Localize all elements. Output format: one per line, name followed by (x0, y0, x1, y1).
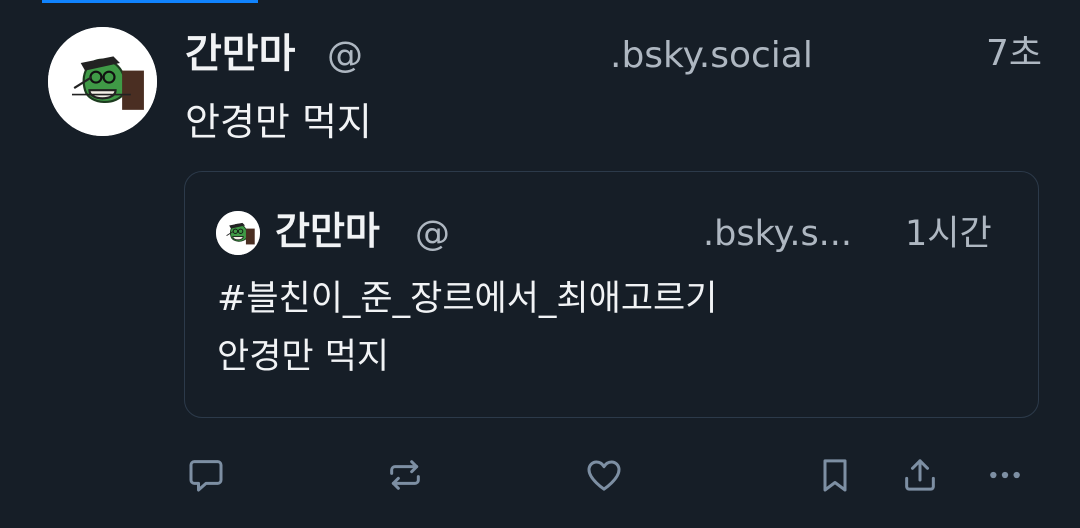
quote-handle-domain: .bsky.s... (703, 214, 853, 254)
share-icon (905, 459, 935, 491)
bookmark-icon (823, 459, 847, 492)
quote-avatar-illustration (216, 211, 260, 255)
repost-button[interactable] (383, 453, 427, 497)
quote-avatar (216, 211, 260, 255)
post-text: 안경만 먹지 (185, 100, 372, 144)
quote-author-name: 간만마 (275, 209, 380, 253)
author-handle-domain[interactable]: .bsky.social (610, 30, 813, 82)
quote-handle-at: @ (415, 214, 450, 254)
avatar-illustration (48, 27, 157, 136)
like-button[interactable] (582, 453, 626, 497)
more-options-button[interactable] (983, 453, 1027, 497)
post-timestamp[interactable]: 7초 (986, 28, 1042, 80)
author-handle-at[interactable]: @ (327, 30, 363, 82)
avatar[interactable] (48, 27, 157, 136)
quote-text-line: 안경만 먹지 (217, 337, 390, 377)
quote-text-line: #블친이_준_장르에서_최애고르기 (217, 279, 718, 319)
top-accent-bar (42, 0, 258, 3)
reply-button[interactable] (184, 453, 228, 497)
author-name[interactable]: 간만마 (185, 28, 295, 80)
share-button[interactable] (898, 453, 942, 497)
like-icon (587, 460, 621, 491)
post-header: 간만마 @ .bsky.social 7초 (185, 28, 1045, 80)
bookmark-button[interactable] (813, 453, 857, 497)
more-icon (990, 471, 1020, 479)
reply-icon (189, 460, 223, 492)
quote-timestamp: 1시간 (905, 214, 992, 254)
repost-icon (390, 460, 420, 490)
